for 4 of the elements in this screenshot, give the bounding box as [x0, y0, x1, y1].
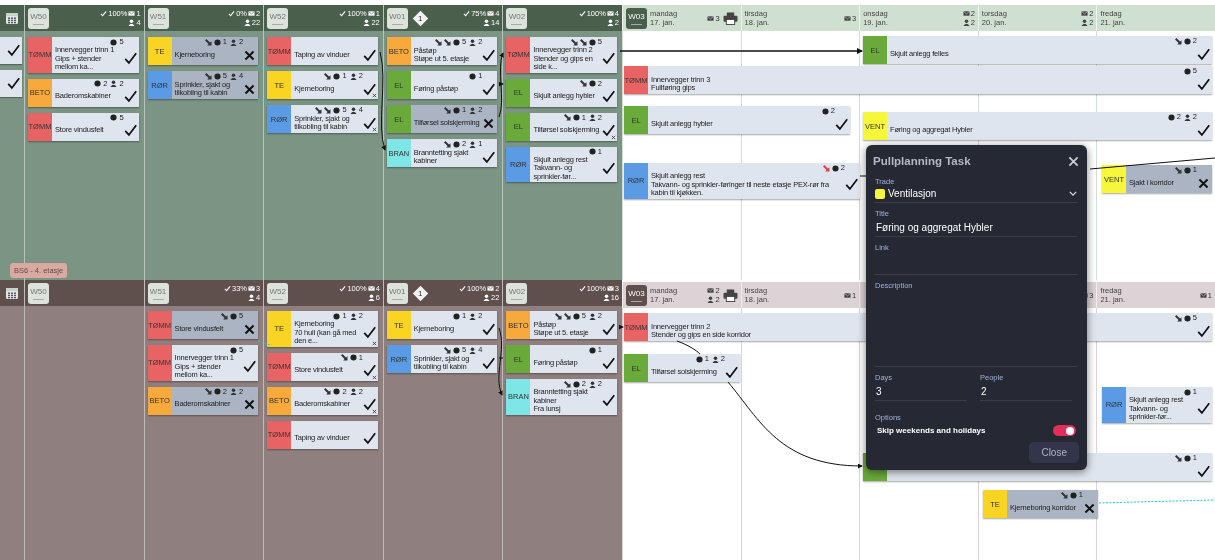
milestone-badge: 1 [413, 11, 427, 25]
milestone-badge: 1 [413, 286, 427, 300]
dialog-title: Pullplanning Task [873, 155, 971, 167]
option-label: Skip weekends and holidays [877, 426, 986, 435]
